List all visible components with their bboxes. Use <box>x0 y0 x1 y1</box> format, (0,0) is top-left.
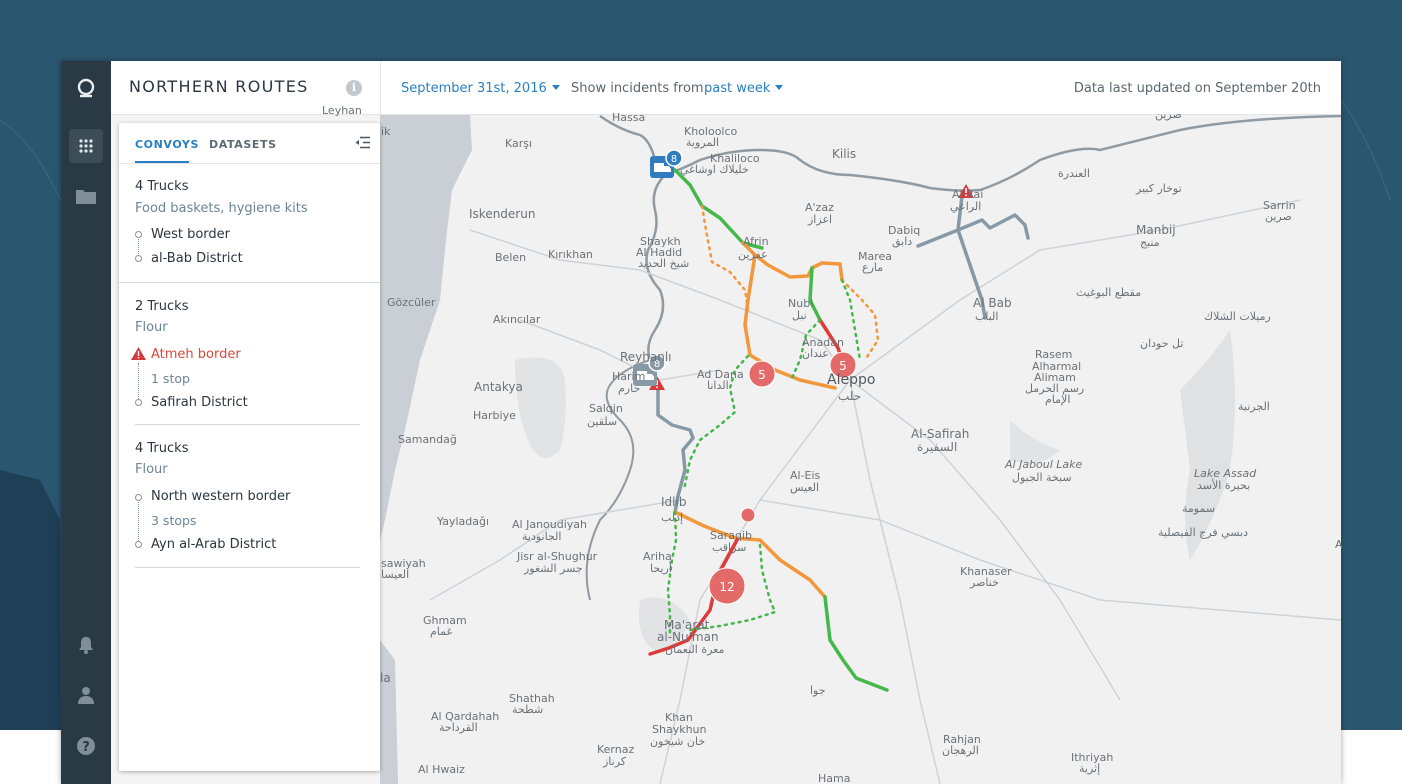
destination-dot-icon <box>135 541 142 548</box>
chevron-down-icon <box>551 85 560 90</box>
origin-dot-icon <box>135 494 142 501</box>
convoy-destination: al-Bab District <box>151 251 243 266</box>
chevron-down-icon <box>775 85 784 90</box>
convoy-card[interactable]: 4 Trucks Flour North western border 3 st… <box>119 425 380 568</box>
incidents-label: Show incidents from <box>571 81 704 96</box>
convoy-cargo: Flour <box>135 320 168 335</box>
convoy-origin: Atmeh border <box>151 347 241 362</box>
panel-tabs: CONVOYS DATASETS <box>119 123 380 164</box>
incidents-range-selector[interactable]: past week <box>704 81 784 96</box>
logo-icon[interactable] <box>69 71 103 105</box>
warning-icon <box>131 347 146 360</box>
convoy-trucks: 4 Trucks <box>135 179 189 194</box>
route-connector <box>138 239 139 254</box>
route-connector <box>138 502 139 541</box>
route-connector <box>138 363 139 399</box>
active-tab-indicator <box>135 161 189 163</box>
convoy-trucks: 4 Trucks <box>135 441 189 456</box>
convoy-card[interactable]: 4 Trucks Food baskets, hygiene kits West… <box>119 164 380 283</box>
origin-dot-icon <box>135 231 142 238</box>
convoy-cargo: Flour <box>135 462 168 477</box>
divider <box>135 567 360 568</box>
convoy-destination: Ayn al-Arab District <box>151 537 277 552</box>
convoy-stops[interactable]: 3 stops <box>151 513 196 528</box>
convoy-panel: CONVOYS DATASETS 4 Trucks Food baskets, … <box>119 123 380 771</box>
convoy-trucks: 2 Trucks <box>135 299 189 314</box>
sidebar-rail: ? <box>61 61 111 784</box>
destination-dot-icon <box>135 255 142 262</box>
convoy-stops[interactable]: 1 stop <box>151 371 190 386</box>
svg-text:?: ? <box>82 740 90 755</box>
convoy-origin: West border <box>151 227 231 242</box>
page-title: NORTHERN ROUTES <box>129 77 309 96</box>
incidents-range-label: past week <box>704 81 771 96</box>
date-selector[interactable]: September 31st, 2016 <box>401 81 560 96</box>
convoy-card[interactable]: 2 Trucks Flour Atmeh border 1 stop Safir… <box>119 283 380 425</box>
help-icon[interactable]: ? <box>69 729 103 763</box>
folder-icon[interactable] <box>69 179 103 213</box>
grid-icon[interactable] <box>69 129 103 163</box>
convoy-destination: Safirah District <box>151 395 248 410</box>
tab-datasets[interactable]: DATASETS <box>209 138 277 151</box>
convoy-cargo: Food baskets, hygiene kits <box>135 201 308 216</box>
last-updated: Data last updated on September 20th <box>1073 81 1321 96</box>
info-icon[interactable]: i <box>346 80 362 96</box>
destination-dot-icon <box>135 399 142 406</box>
date-selector-label: September 31st, 2016 <box>401 81 547 96</box>
bell-icon[interactable] <box>69 628 103 662</box>
collapse-panel-icon[interactable] <box>355 136 370 149</box>
convoy-origin: North western border <box>151 489 291 504</box>
title-block: NORTHERN ROUTES i <box>111 61 381 114</box>
top-bar: NORTHERN ROUTES i September 31st, 2016 S… <box>111 61 1341 115</box>
tab-convoys[interactable]: CONVOYS <box>135 138 199 151</box>
user-icon[interactable] <box>69 678 103 712</box>
